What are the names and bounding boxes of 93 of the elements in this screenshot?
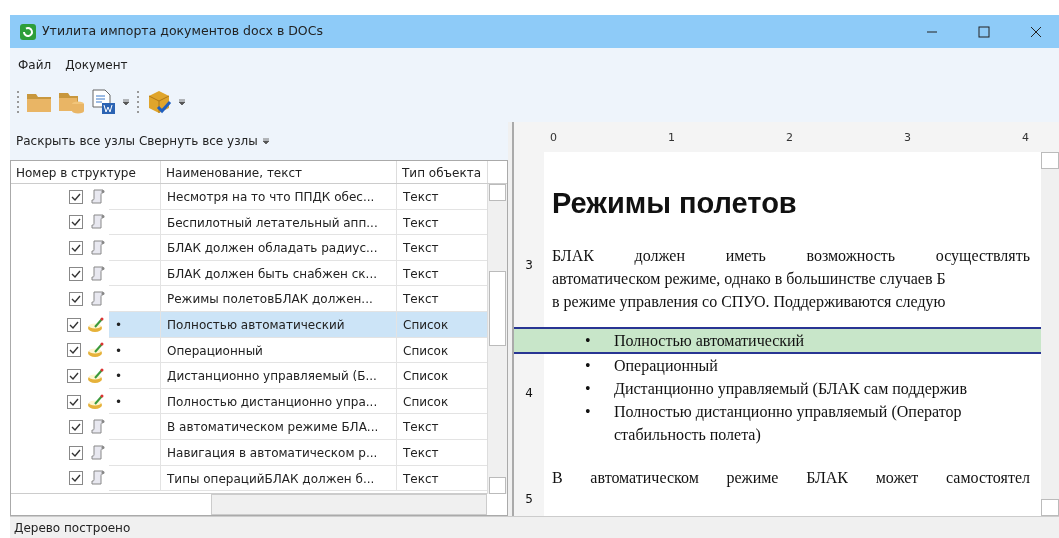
table-cell[interactable]	[109, 184, 161, 210]
scroll-icon	[89, 240, 105, 256]
text-line: автоматическом режиме, однако в большинстве случаев Б	[552, 268, 947, 290]
paint-bowl-icon	[87, 316, 105, 333]
table-cell[interactable]: Несмотря на то что ППДК обес...	[161, 184, 397, 210]
table-cell[interactable]: •	[109, 363, 161, 389]
toolbar-button[interactable]: Раскрыть все узлы	[16, 132, 135, 150]
paint-bowl-icon	[87, 342, 105, 359]
window-title: Утилита импорта документов docx в DOCs	[42, 22, 323, 41]
checkbox[interactable]	[69, 420, 83, 435]
dropdown-arrow-icon[interactable]	[178, 98, 186, 106]
table-cell[interactable]: •	[109, 337, 161, 364]
paint-bowl-icon	[87, 393, 105, 410]
ruler-number: 4	[1022, 130, 1029, 146]
checkbox[interactable]	[69, 189, 83, 204]
status-text: Дерево построено	[10, 516, 1059, 538]
table-cell[interactable]	[109, 439, 161, 466]
checkbox[interactable]	[67, 394, 81, 409]
table-cell[interactable]: •	[109, 388, 161, 415]
scroll-icon	[89, 214, 105, 231]
toolbar-grip-icon	[136, 89, 140, 115]
table-cell[interactable]: Полностью автоматический	[161, 311, 397, 338]
column-header[interactable]: Тип объекта	[397, 161, 488, 183]
table-cell[interactable]: В автоматическом режиме БЛА...	[161, 414, 397, 440]
table-cell[interactable]: Полностью дистанционно упра...	[161, 388, 397, 415]
toolbar-button[interactable]: Свернуть все узлы	[138, 132, 258, 150]
table-cell[interactable]: БЛАК должен быть снабжен ск...	[161, 260, 397, 287]
column-header[interactable]: Номер в структуре	[11, 161, 161, 183]
list-item-text: стабильность полета)	[614, 424, 761, 446]
ruler-number: 4	[525, 386, 533, 400]
table-cell[interactable]: Типы операцийБЛАК должен б...	[161, 465, 397, 492]
table-cell[interactable]: •	[109, 311, 161, 338]
dropdown-arrow-icon[interactable]	[261, 137, 270, 145]
dropdown-arrow-icon[interactable]	[122, 98, 130, 106]
table-cell[interactable]	[109, 260, 161, 287]
table-cell[interactable]	[109, 209, 161, 236]
table-cell[interactable]: Навигация в автоматическом р...	[161, 439, 397, 466]
package-check-icon[interactable]	[146, 89, 172, 115]
table-cell[interactable]: Беспилотный летательный апп...	[161, 209, 397, 236]
scroll-icon	[89, 444, 105, 461]
table-cell[interactable]: Список	[397, 311, 488, 338]
table-cell[interactable]: БЛАК должен обладать радиус...	[161, 235, 397, 261]
list-item-text: Полностью автоматический	[614, 330, 805, 351]
table-cell[interactable]	[109, 286, 161, 312]
ruler-number: 5	[525, 492, 533, 506]
vertical-scrollbar[interactable]	[1041, 152, 1059, 516]
ruler-number: 2	[786, 130, 793, 146]
checkbox[interactable]	[67, 317, 81, 332]
list-item-text: Полностью дистанционно управляемый (Оператор	[614, 401, 962, 423]
table-cell[interactable]	[109, 235, 161, 261]
checkbox[interactable]	[69, 266, 83, 281]
scroll-icon	[89, 419, 105, 436]
checkbox[interactable]	[69, 241, 83, 255]
checkbox[interactable]	[67, 368, 81, 383]
bullet: •	[585, 330, 592, 351]
paint-bowl-icon	[87, 367, 105, 384]
table-cell[interactable]: Режимы полетовБЛАК должен...	[161, 286, 397, 312]
bullet: •	[585, 378, 592, 399]
ruler-number: 3	[904, 130, 911, 146]
ruler-number: 3	[525, 258, 533, 272]
horizontal-scrollbar[interactable]	[211, 494, 487, 515]
menu-item[interactable]: Файл	[18, 56, 52, 74]
vertical-scrollbar[interactable]	[487, 184, 507, 494]
word-document-icon[interactable]	[90, 89, 116, 115]
checkbox[interactable]	[69, 292, 83, 307]
checkbox[interactable]	[69, 445, 83, 460]
scroll-icon	[89, 291, 105, 308]
list-item-text: Дистанционно управляемый (БЛАК сам поддержив	[614, 378, 967, 400]
app-logo-icon	[20, 23, 36, 40]
table-cell[interactable]: Дистанционно управляемый (Б...	[161, 363, 397, 389]
checkbox[interactable]	[67, 343, 81, 358]
maximize-icon[interactable]	[978, 25, 990, 38]
menu-item[interactable]: Документ	[65, 56, 128, 74]
text-line: в режиме управления со СПУО. Поддерживаются следую	[552, 291, 947, 313]
ruler-number: 0	[550, 130, 557, 146]
text-line: БЛАК должен иметь возможность осуществлять	[552, 245, 1030, 267]
table-cell[interactable]: Операционный	[161, 337, 397, 364]
bullet: •	[585, 401, 592, 422]
table-cell[interactable]	[109, 414, 161, 440]
toolbar-grip-icon	[16, 89, 20, 115]
ruler-number: 1	[668, 130, 675, 146]
column-header[interactable]: Наименование, текст	[161, 161, 397, 183]
close-icon[interactable]	[1030, 25, 1042, 38]
table-cell[interactable]	[109, 465, 161, 492]
scroll-icon	[89, 265, 105, 282]
document-heading: Режимы полетов	[552, 186, 798, 221]
bullet: •	[585, 355, 592, 376]
checkbox[interactable]	[69, 215, 83, 230]
checkbox[interactable]	[69, 471, 83, 486]
list-item-text: Операционный	[614, 355, 718, 377]
text-line: В автоматическом режиме БЛАК может самостоятел	[552, 467, 1030, 489]
scroll-icon	[89, 470, 105, 487]
scroll-icon	[89, 188, 105, 205]
